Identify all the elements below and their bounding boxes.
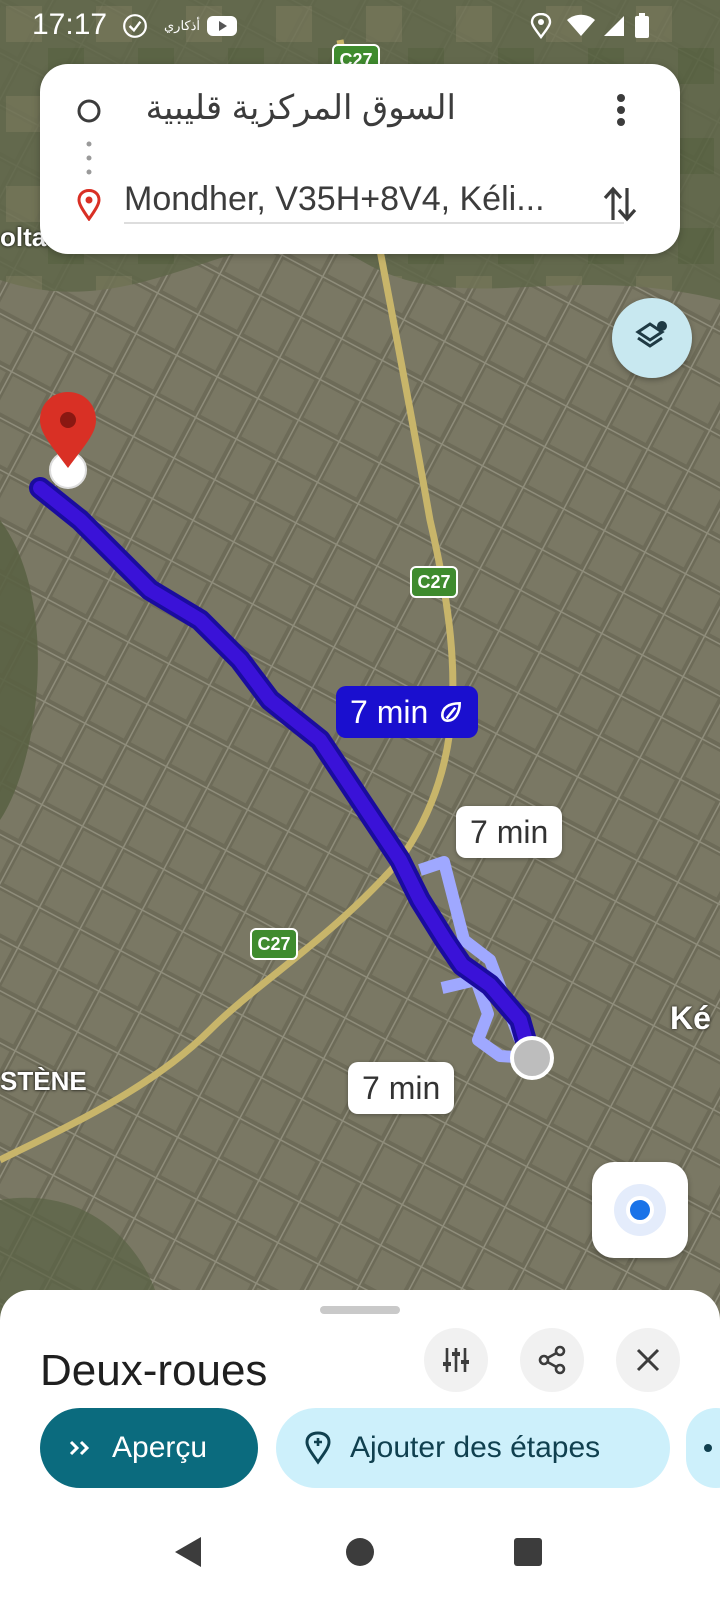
- battery-icon: [634, 13, 650, 38]
- route-time-alt-2[interactable]: 7 min: [348, 1062, 455, 1114]
- more-chip-partial[interactable]: [686, 1408, 720, 1488]
- youtube-icon: [206, 14, 238, 38]
- eco-leaf-icon: [438, 699, 464, 725]
- status-time: 17:17: [32, 8, 108, 41]
- add-stops-label: Ajouter des étapes: [350, 1431, 601, 1464]
- system-navigation-bar: [0, 1510, 720, 1600]
- swap-arrows-icon[interactable]: [600, 182, 640, 226]
- origin-circle-icon: [76, 98, 102, 124]
- status-bar: 17:17 أذكاري: [0, 0, 720, 52]
- my-location-button[interactable]: [592, 1162, 688, 1258]
- add-stops-button[interactable]: Ajouter des étapes: [276, 1408, 670, 1488]
- share-icon: [536, 1344, 568, 1376]
- travel-mode-title: Deux-roues: [40, 1346, 268, 1395]
- more-options-icon[interactable]: [606, 90, 636, 130]
- dot-icon: [704, 1444, 712, 1452]
- place-label-stene: STÈNE: [0, 1066, 87, 1096]
- location-status-icon: [530, 13, 552, 39]
- destination-field[interactable]: Mondher, V35H+8V4, Kéli...: [124, 180, 614, 219]
- route-time-primary-text: 7 min: [350, 693, 429, 730]
- destination-pin-icon: [74, 188, 104, 222]
- origin-field[interactable]: السوق المركزية قليبية: [126, 88, 456, 128]
- fields-divider: [124, 222, 624, 224]
- place-label-ke: Ké: [670, 1000, 711, 1036]
- route-start-marker: [510, 1036, 554, 1080]
- route-time-primary[interactable]: 7 min: [336, 686, 479, 738]
- double-chevron-icon: [68, 1438, 94, 1458]
- check-circle-icon: [122, 14, 148, 38]
- wifi-icon: [566, 14, 596, 38]
- layers-icon: [632, 318, 672, 358]
- close-button[interactable]: [616, 1328, 680, 1392]
- overview-label: Aperçu: [112, 1431, 208, 1464]
- road-label-c27-low: C27: [250, 928, 298, 960]
- recents-icon[interactable]: [508, 1532, 548, 1572]
- my-location-icon: [612, 1182, 668, 1238]
- app-notification-label: أذكاري: [164, 18, 201, 33]
- share-button[interactable]: [520, 1328, 584, 1392]
- overview-button[interactable]: Aperçu: [40, 1408, 258, 1488]
- route-time-alt-1[interactable]: 7 min: [456, 806, 563, 858]
- signal-icon: [602, 14, 626, 38]
- layers-button[interactable]: [612, 298, 692, 378]
- road-label-c27-mid: C27: [410, 566, 458, 598]
- sheet-drag-handle[interactable]: [320, 1306, 400, 1314]
- connector-dots-icon: [84, 140, 94, 176]
- tune-icon: [440, 1344, 472, 1376]
- home-icon[interactable]: [340, 1532, 380, 1572]
- options-button[interactable]: [424, 1328, 488, 1392]
- back-icon[interactable]: [168, 1532, 208, 1572]
- close-icon: [632, 1344, 664, 1376]
- directions-card: السوق المركزية قليبية Mondher, V35H+8V4,…: [40, 64, 680, 254]
- add-location-icon: [304, 1431, 332, 1465]
